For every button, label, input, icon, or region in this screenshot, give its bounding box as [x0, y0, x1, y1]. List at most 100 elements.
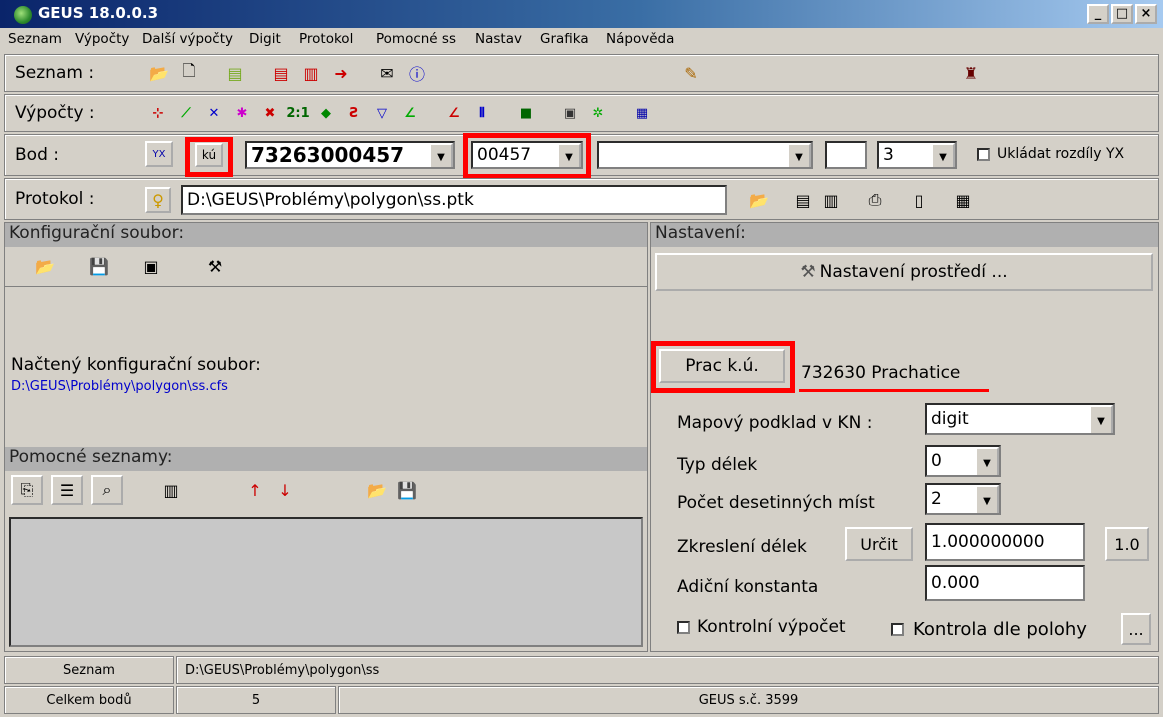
arrow-up-icon[interactable]: ↑: [241, 476, 269, 504]
info-icon[interactable]: ⓘ: [403, 59, 431, 87]
printer-mail-icon[interactable]: ✉: [373, 59, 401, 87]
calc7-icon[interactable]: ◆: [313, 100, 339, 126]
menu-pomocne-ss[interactable]: Pomocné ss: [373, 31, 459, 47]
calc10-icon[interactable]: ∠: [397, 100, 423, 126]
chevron-down-icon[interactable]: ▼: [975, 447, 999, 475]
pomocne-list[interactable]: [9, 517, 643, 647]
menu-vypocty[interactable]: Výpočty: [72, 31, 132, 47]
ukladat-checkbox[interactable]: [977, 148, 990, 161]
calc9-icon[interactable]: ▽: [369, 100, 395, 126]
kontrola-checkbox[interactable]: [891, 623, 904, 636]
list-icon[interactable]: ☰: [51, 475, 83, 505]
doc-icon[interactable]: ▤: [221, 59, 249, 87]
arrow-down-icon[interactable]: ↓: [271, 476, 299, 504]
doc-copy-icon[interactable]: ▥: [817, 186, 845, 214]
status-seznam-label: Seznam: [4, 656, 174, 684]
doc-red-icon[interactable]: ▤: [267, 59, 295, 87]
calc11-icon[interactable]: ∠: [441, 100, 467, 126]
tools-icon[interactable]: ⚒: [201, 252, 229, 280]
calc16-icon[interactable]: ▦: [629, 100, 655, 126]
dots-button[interactable]: ...: [1121, 613, 1151, 645]
chevron-down-icon[interactable]: ▼: [931, 143, 955, 167]
edit-icon[interactable]: ✎: [677, 59, 705, 87]
person-icon[interactable]: ♜: [957, 59, 985, 87]
close-button[interactable]: ×: [1135, 4, 1157, 24]
open-folder-icon[interactable]: 📂: [145, 59, 173, 87]
urcit-button[interactable]: Určit: [845, 527, 913, 561]
calc13-icon[interactable]: ■: [513, 100, 539, 126]
zoom-icon[interactable]: ⌕: [91, 475, 123, 505]
prac-ku-button[interactable]: Prac k.ú.: [659, 349, 785, 383]
zkresleni-label: Zkreslení délek: [677, 537, 807, 557]
short-number-select[interactable]: 00457 ▼: [471, 141, 583, 169]
zkresleni-input[interactable]: 1.000000000: [925, 523, 1085, 561]
ukladat-label: Ukládat rozdíly YX: [997, 146, 1125, 162]
calc8-icon[interactable]: Ƨ: [341, 100, 367, 126]
menu-napoveda[interactable]: Nápověda: [603, 31, 677, 47]
calc5-icon[interactable]: ✖: [257, 100, 283, 126]
copy-icon[interactable]: ⎘: [11, 475, 43, 505]
status-celkem-value: 5: [176, 686, 336, 714]
status-celkem-label: Celkem bodů: [4, 686, 174, 714]
minimize-button[interactable]: _: [1087, 4, 1109, 24]
status-seznam-path: D:\GEUS\Problémy\polygon\ss: [176, 656, 1159, 684]
menu-grafika[interactable]: Grafika: [537, 31, 592, 47]
calc1-icon[interactable]: ⊹: [145, 100, 171, 126]
calc14-icon[interactable]: ▣: [557, 100, 583, 126]
doc-arrow-icon[interactable]: ➜: [327, 59, 355, 87]
print-icon[interactable]: ⎙: [861, 186, 889, 214]
kontrola-label: Kontrola dle polohy: [913, 619, 1087, 640]
chevron-down-icon[interactable]: ▼: [975, 485, 999, 513]
pages-icon[interactable]: ▥: [157, 476, 185, 504]
maximize-button[interactable]: □: [1111, 4, 1133, 24]
pomocne-header: Pomocné seznamy:: [5, 447, 647, 471]
typ-value: 0: [931, 451, 942, 471]
pocet-label: Počet desetinných míst: [677, 493, 875, 513]
open-folder-icon[interactable]: 📂: [745, 186, 773, 214]
env-settings-button[interactable]: ⚒ Nastavení prostředí ...: [655, 253, 1153, 291]
save-icon[interactable]: 💾: [85, 252, 113, 280]
status-geus-sc: GEUS s.č. 3599: [338, 686, 1159, 714]
calc3-icon[interactable]: ✕: [201, 100, 227, 126]
point-number-select[interactable]: 73263000457 ▼: [245, 141, 455, 169]
chevron-down-icon[interactable]: ▼: [557, 143, 581, 167]
chevron-down-icon[interactable]: ▼: [1089, 405, 1113, 433]
adicni-input[interactable]: 0.000: [925, 565, 1085, 601]
menu-digit[interactable]: Digit: [246, 31, 284, 47]
doc-copy-icon[interactable]: ▥: [297, 59, 325, 87]
menu-dalsi-vypocty[interactable]: Další výpočty: [139, 31, 236, 47]
open-folder-icon[interactable]: 📂: [363, 476, 391, 504]
config-icon[interactable]: ▣: [137, 252, 165, 280]
calc12-icon[interactable]: ⫴: [469, 100, 495, 126]
point-number-value: 73263000457: [251, 143, 405, 167]
calc2-icon[interactable]: ⟋: [173, 100, 199, 126]
new-file-icon[interactable]: 🗋: [175, 59, 203, 87]
ku-button[interactable]: kú: [195, 143, 223, 167]
chevron-down-icon[interactable]: ▼: [429, 143, 453, 167]
pocet-select[interactable]: 2 ▼: [925, 483, 1001, 515]
menu-nastav[interactable]: Nastav: [472, 31, 525, 47]
nastaveni-header: Nastavení:: [651, 223, 1158, 247]
typ-select[interactable]: 0 ▼: [925, 445, 1001, 477]
menu-seznam[interactable]: Seznam: [5, 31, 65, 47]
third-select[interactable]: ▼: [597, 141, 813, 169]
open-folder-icon[interactable]: 📂: [31, 252, 59, 280]
kontrolni-checkbox[interactable]: [677, 621, 690, 634]
protokol-path-input[interactable]: D:\GEUS\Problémy\polygon\ss.ptk: [181, 185, 727, 215]
left-panel: Konfigurační soubor: 📂 💾 ▣ ⚒ Načtený kon…: [4, 222, 648, 652]
doc-edit-icon[interactable]: ▤: [789, 186, 817, 214]
calc6-icon[interactable]: 2:1: [285, 100, 311, 126]
small-input[interactable]: [825, 141, 867, 169]
lightbulb-icon[interactable]: ♀: [145, 187, 171, 213]
chevron-down-icon[interactable]: ▼: [787, 143, 811, 167]
calc4-icon[interactable]: ✱: [229, 100, 255, 126]
menu-protokol[interactable]: Protokol: [296, 31, 356, 47]
digits-select[interactable]: 3 ▼: [877, 141, 957, 169]
yx-swap-button[interactable]: YX: [145, 141, 173, 167]
one-button[interactable]: 1.0: [1105, 527, 1149, 561]
calc15-icon[interactable]: ✲: [585, 100, 611, 126]
doc-export-icon[interactable]: ▦: [949, 186, 977, 214]
mapovy-select[interactable]: digit ▼: [925, 403, 1115, 435]
notebook-icon[interactable]: ▯: [905, 186, 933, 214]
save-icon[interactable]: 💾: [393, 476, 421, 504]
